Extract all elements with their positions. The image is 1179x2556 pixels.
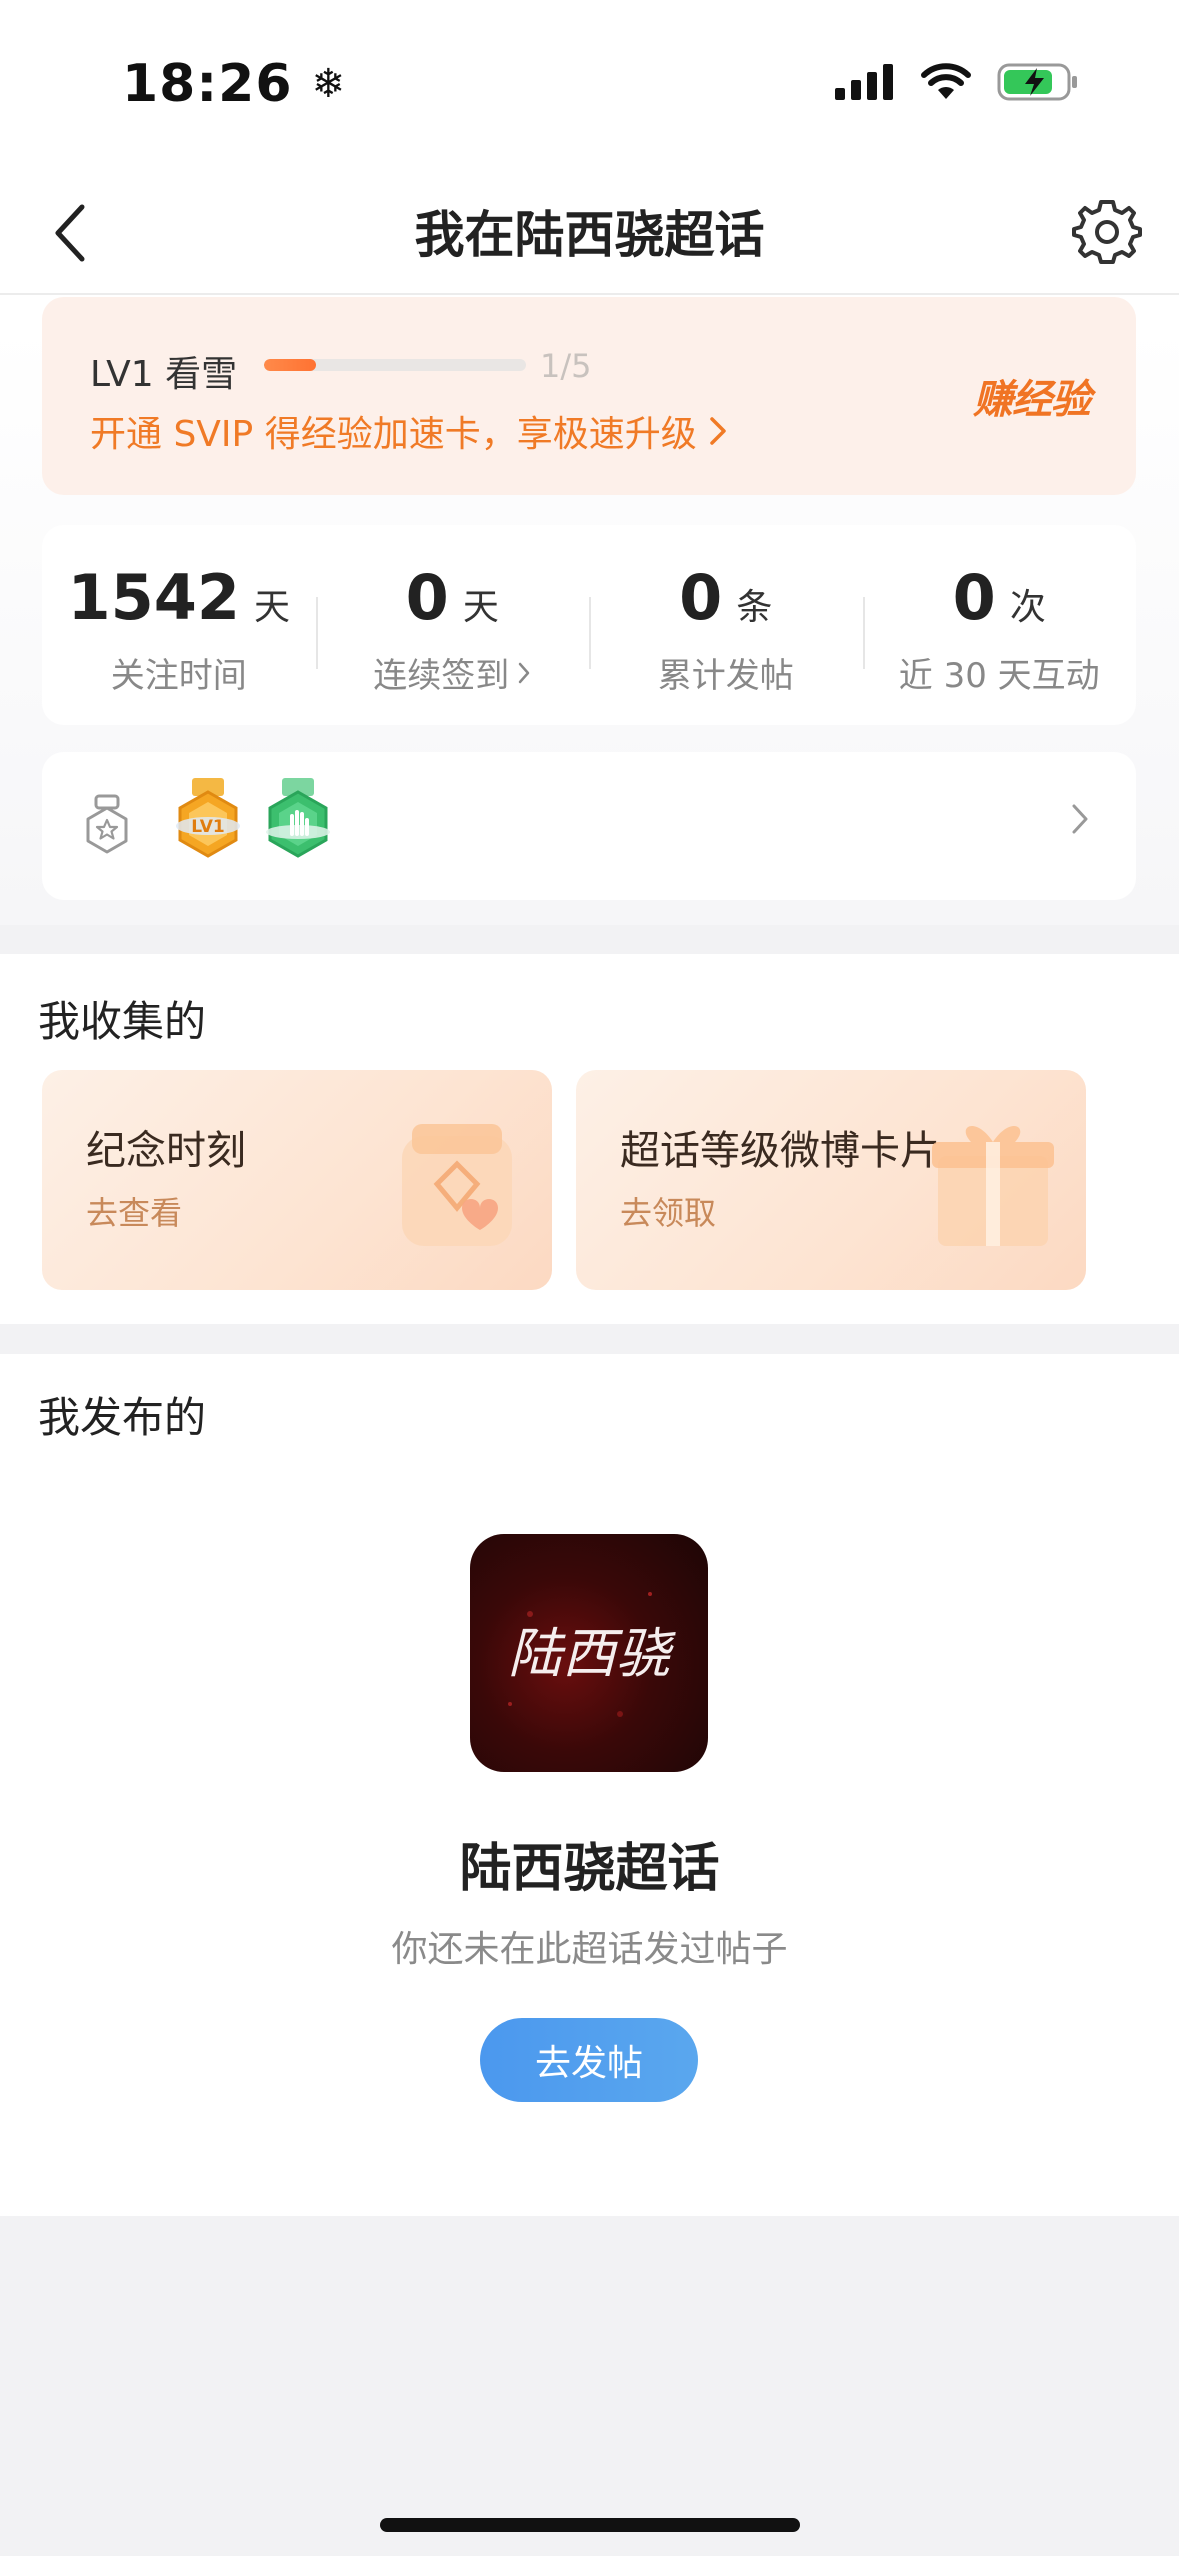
card-title: 纪念时刻 xyxy=(86,1128,246,1174)
level-name: LV1 看雪 xyxy=(90,354,238,395)
battery-charging-icon xyxy=(997,63,1077,101)
home-indicator xyxy=(380,2518,800,2532)
gift-box-icon xyxy=(932,1126,1054,1246)
stat-label: 近 30 天互动 xyxy=(898,656,1100,696)
badges-row[interactable]: LV1 xyxy=(42,752,1136,900)
topic-avatar-calligraphy: 陆西骁 xyxy=(508,1592,676,1717)
topic-avatar: 陆西骁 xyxy=(470,1534,708,1772)
empty-state-text: 你还未在此超话发过帖子 xyxy=(391,1929,788,1970)
my-posts-section: 我发布的 陆西骁 陆西骁超话 你还未在此超话发过帖子 去发帖 xyxy=(0,1354,1179,2216)
stat-unit: 天 xyxy=(254,587,291,628)
svg-text:陆西骁: 陆西骁 xyxy=(508,1622,676,1685)
wifi-icon xyxy=(921,63,971,99)
stat-value: 0 xyxy=(679,561,723,634)
memorial-moments-card[interactable]: 纪念时刻 去查看 xyxy=(42,1070,552,1290)
posts-section-title: 我发布的 xyxy=(38,1393,207,1442)
level-progress-text: 1/5 xyxy=(540,347,592,385)
calendar-heart-icon xyxy=(402,1124,512,1246)
settings-button[interactable] xyxy=(1065,189,1149,273)
chevron-right-icon xyxy=(1072,804,1088,834)
svg-text:LV1: LV1 xyxy=(191,817,224,837)
create-post-button[interactable]: 去发帖 xyxy=(480,2018,698,2102)
signal-icon xyxy=(835,64,893,100)
stats-card: 1542 天 关注时间 0 天 连续签到 0 条 累计发帖 0 次 近 30 天… xyxy=(42,525,1136,725)
level-card: LV1 看雪 1/5 开通 SVIP 得经验加速卡，享极速升级 赚经验 xyxy=(42,297,1136,495)
collect-section: 我收集的 纪念时刻 去查看 超话等级微博卡片 去领取 xyxy=(0,954,1179,1324)
nav-bar: 我在陆西骁超话 xyxy=(0,165,1179,295)
card-title: 超话等级微博卡片 xyxy=(620,1128,940,1174)
hand-badge-icon xyxy=(266,778,330,858)
stat-unit: 条 xyxy=(736,587,773,628)
chevron-right-icon xyxy=(709,417,726,445)
status-time: 18:26 ❄ xyxy=(122,54,347,114)
stat-value: 0 xyxy=(405,561,449,634)
stat-unit: 次 xyxy=(1009,587,1046,628)
lv1-badge-icon: LV1 xyxy=(176,778,240,858)
page-title: 我在陆西骁超话 xyxy=(414,206,765,264)
svip-promo-text: 开通 SVIP 得经验加速卡，享极速升级 xyxy=(90,414,697,455)
card-subtitle: 去查看 xyxy=(86,1194,183,1232)
stat-interactions: 0 次 近 30 天互动 xyxy=(862,525,1137,725)
earn-exp-button[interactable]: 赚经验 xyxy=(973,367,1091,425)
chevron-right-icon xyxy=(519,662,530,683)
svip-promo-link[interactable]: 开通 SVIP 得经验加速卡，享极速升级 xyxy=(90,405,727,457)
stat-label: 关注时间 xyxy=(110,656,247,696)
stat-unit: 天 xyxy=(462,587,499,628)
stat-value: 0 xyxy=(952,561,996,634)
collect-section-title: 我收集的 xyxy=(38,997,207,1046)
stat-value: 1542 xyxy=(67,561,241,634)
level-progress-fill xyxy=(264,359,317,371)
topic-name: 陆西骁超话 xyxy=(459,1839,720,1899)
stat-total-posts: 0 条 累计发帖 xyxy=(589,525,863,725)
status-bar: 18:26 ❄ xyxy=(0,0,1179,160)
stat-label: 累计发帖 xyxy=(657,656,794,696)
card-subtitle: 去领取 xyxy=(620,1194,717,1232)
level-progress-bar xyxy=(264,359,526,371)
medal-outline-icon xyxy=(86,794,128,854)
level-card-collect[interactable]: 超话等级微博卡片 去领取 xyxy=(576,1070,1086,1290)
stat-checkin-streak[interactable]: 0 天 连续签到 xyxy=(315,525,590,725)
snowflake-icon: ❄ xyxy=(311,61,347,107)
gear-icon xyxy=(1072,200,1142,264)
stat-label-link: 连续签到 xyxy=(373,648,531,697)
stat-follow-time: 1542 天 关注时间 xyxy=(42,525,316,725)
